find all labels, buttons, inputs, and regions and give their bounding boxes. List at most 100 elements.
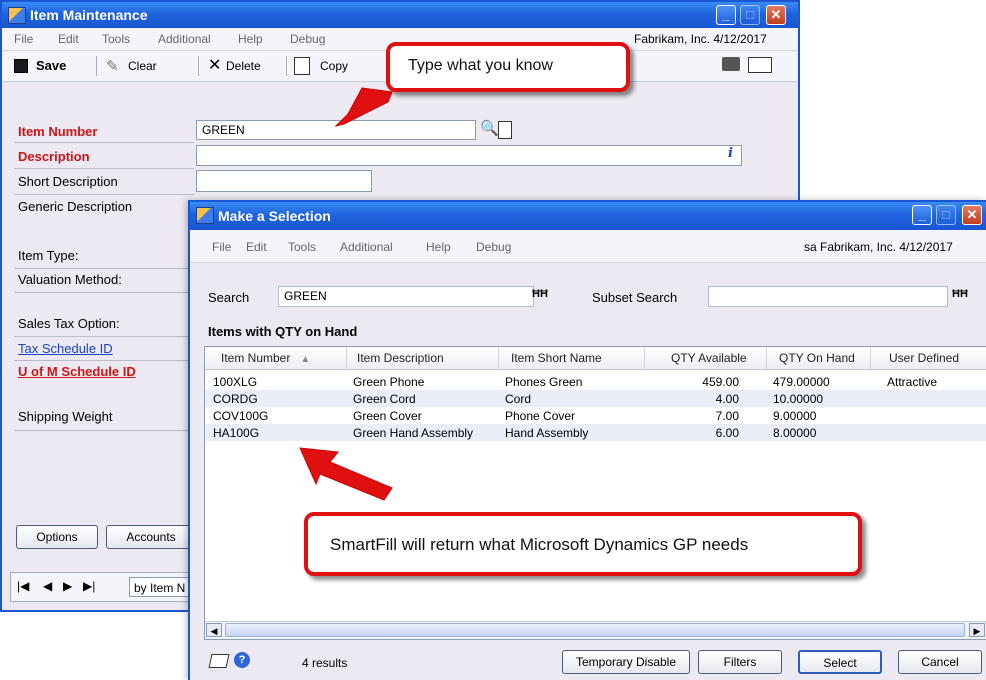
accounts-button[interactable]: Accounts xyxy=(106,525,196,549)
cell-qty-available: 6.00 xyxy=(715,426,739,440)
note-icon[interactable] xyxy=(208,654,230,668)
menu-help[interactable]: Help xyxy=(426,240,451,254)
menu-file[interactable]: File xyxy=(14,32,33,46)
subset-search-label: Subset Search xyxy=(592,290,678,305)
column-item-number[interactable]: Item Number ▲ xyxy=(205,347,347,369)
lookup-icon[interactable]: 🔍 xyxy=(480,120,499,138)
menu-debug[interactable]: Debug xyxy=(476,240,511,254)
cell-qty-available: 7.00 xyxy=(715,409,739,423)
window-layout-icon[interactable] xyxy=(748,57,772,73)
scroll-right-icon[interactable]: ▶ xyxy=(969,623,985,637)
menu-debug[interactable]: Debug xyxy=(290,32,325,46)
cell-item-description: Green Phone xyxy=(353,375,425,389)
copy-icon xyxy=(294,57,310,75)
toolbar-divider xyxy=(286,56,287,76)
tax-schedule-id-link[interactable]: Tax Schedule ID xyxy=(18,341,113,356)
binoculars-icon[interactable]: ĦĦ xyxy=(532,288,548,300)
scroll-thumb[interactable] xyxy=(225,623,965,637)
subset-search-input[interactable] xyxy=(708,286,948,307)
results-count: 4 results xyxy=(302,656,348,670)
column-qty-available-label: QTY Available xyxy=(671,351,747,365)
menu-help[interactable]: Help xyxy=(238,32,263,46)
shipping-weight-label: Shipping Weight xyxy=(18,409,113,424)
table-row[interactable]: CORDG Green Cord Cord 4.00 10.00000 xyxy=(205,390,986,407)
filters-button[interactable]: Filters xyxy=(698,650,782,674)
temporary-disable-button[interactable]: Temporary Disable xyxy=(562,650,690,674)
cell-user-defined: Attractive xyxy=(887,375,938,389)
help-icon[interactable]: ? xyxy=(234,652,250,668)
minimize-button[interactable]: _ xyxy=(716,5,736,25)
toolbar-divider xyxy=(96,56,97,76)
close-button[interactable]: ✕ xyxy=(962,205,982,225)
column-qty-on-hand[interactable]: QTY On Hand xyxy=(767,347,871,369)
column-item-short-name-label: Item Short Name xyxy=(511,351,602,365)
horizontal-scrollbar[interactable]: ◀ ▶ xyxy=(205,621,986,639)
screen: { "item_window": { "title": "Item Mainte… xyxy=(0,0,986,680)
cell-item-short-name: Hand Assembly xyxy=(505,426,589,440)
column-item-number-label: Item Number xyxy=(221,351,291,365)
clear-button[interactable]: Clear xyxy=(128,59,157,73)
first-record-icon[interactable]: |◀ xyxy=(17,579,29,593)
item-maintenance-title: Item Maintenance xyxy=(30,7,148,23)
new-document-icon[interactable] xyxy=(498,121,512,139)
short-description-label: Short Description xyxy=(18,174,118,189)
cell-item-description: Green Hand Assembly xyxy=(353,426,474,440)
info-icon[interactable]: i xyxy=(728,146,733,161)
menu-additional[interactable]: Additional xyxy=(340,240,393,254)
column-user-defined-label: User Defined xyxy=(889,351,960,365)
cell-item-short-name: Phones Green xyxy=(505,375,583,389)
column-item-short-name[interactable]: Item Short Name xyxy=(499,347,645,369)
cancel-button[interactable]: Cancel xyxy=(898,650,982,674)
table-row[interactable]: HA100G Green Hand Assembly Hand Assembly… xyxy=(205,424,986,441)
callout-bottom: SmartFill will return what Microsoft Dyn… xyxy=(304,512,862,576)
select-button[interactable]: Select xyxy=(798,650,882,674)
close-button[interactable]: ✕ xyxy=(766,5,786,25)
selection-title: Make a Selection xyxy=(218,208,331,224)
search-input[interactable]: GREEN xyxy=(278,286,534,307)
menu-tools[interactable]: Tools xyxy=(102,32,130,46)
binoculars-icon[interactable]: ĦĦ xyxy=(952,288,968,300)
column-item-description[interactable]: Item Description xyxy=(347,347,499,369)
description-input[interactable] xyxy=(196,145,742,166)
item-type-label: Item Type: xyxy=(18,248,79,263)
cell-item-description: Green Cord xyxy=(353,392,416,406)
scroll-left-icon[interactable]: ◀ xyxy=(206,623,222,637)
column-qty-available[interactable]: QTY Available xyxy=(645,347,767,369)
previous-record-icon[interactable]: ◀ xyxy=(43,579,52,593)
minimize-button[interactable]: _ xyxy=(912,205,932,225)
copy-button[interactable]: Copy xyxy=(320,59,348,73)
uofm-schedule-id-link[interactable]: U of M Schedule ID xyxy=(18,364,136,379)
item-maintenance-titlebar[interactable]: Item Maintenance _ □ ✕ xyxy=(2,2,798,28)
short-description-input[interactable] xyxy=(196,170,372,192)
selection-titlebar[interactable]: Make a Selection _ □ ✕ xyxy=(190,202,986,230)
cell-item-number: COV100G xyxy=(213,409,269,423)
table-row[interactable]: 100XLG Green Phone Phones Green 459.00 4… xyxy=(205,373,986,390)
menu-tools[interactable]: Tools xyxy=(288,240,316,254)
column-user-defined[interactable]: User Defined xyxy=(871,347,986,369)
menu-file[interactable]: File xyxy=(212,240,231,254)
item-number-input[interactable]: GREEN xyxy=(196,120,476,140)
cell-qty-on-hand: 10.00000 xyxy=(773,392,824,406)
table-row[interactable]: COV100G Green Cover Phone Cover 7.00 9.0… xyxy=(205,407,986,424)
valuation-method-label: Valuation Method: xyxy=(18,272,122,287)
cell-item-short-name: Phone Cover xyxy=(505,409,576,423)
menu-edit[interactable]: Edit xyxy=(58,32,79,46)
maximize-button[interactable]: □ xyxy=(740,5,760,25)
company-date-info: Fabrikam, Inc. 4/12/2017 xyxy=(634,32,767,46)
last-record-icon[interactable]: ▶| xyxy=(83,579,95,593)
cell-item-number: CORDG xyxy=(213,392,258,406)
maximize-button[interactable]: □ xyxy=(936,205,956,225)
clear-icon: ✎ xyxy=(106,58,119,75)
app-icon xyxy=(196,207,214,224)
delete-button[interactable]: Delete xyxy=(226,59,261,73)
row-divider xyxy=(14,360,194,361)
options-button[interactable]: Options xyxy=(16,525,98,549)
browse-bar: |◀ ◀ ▶ ▶| by Item N xyxy=(10,572,200,602)
save-button[interactable]: Save xyxy=(36,58,66,73)
column-item-description-label: Item Description xyxy=(357,351,444,365)
app-icon xyxy=(8,7,26,24)
menu-edit[interactable]: Edit xyxy=(246,240,267,254)
print-icon[interactable] xyxy=(722,57,740,71)
next-record-icon[interactable]: ▶ xyxy=(63,579,72,593)
menu-additional[interactable]: Additional xyxy=(158,32,211,46)
